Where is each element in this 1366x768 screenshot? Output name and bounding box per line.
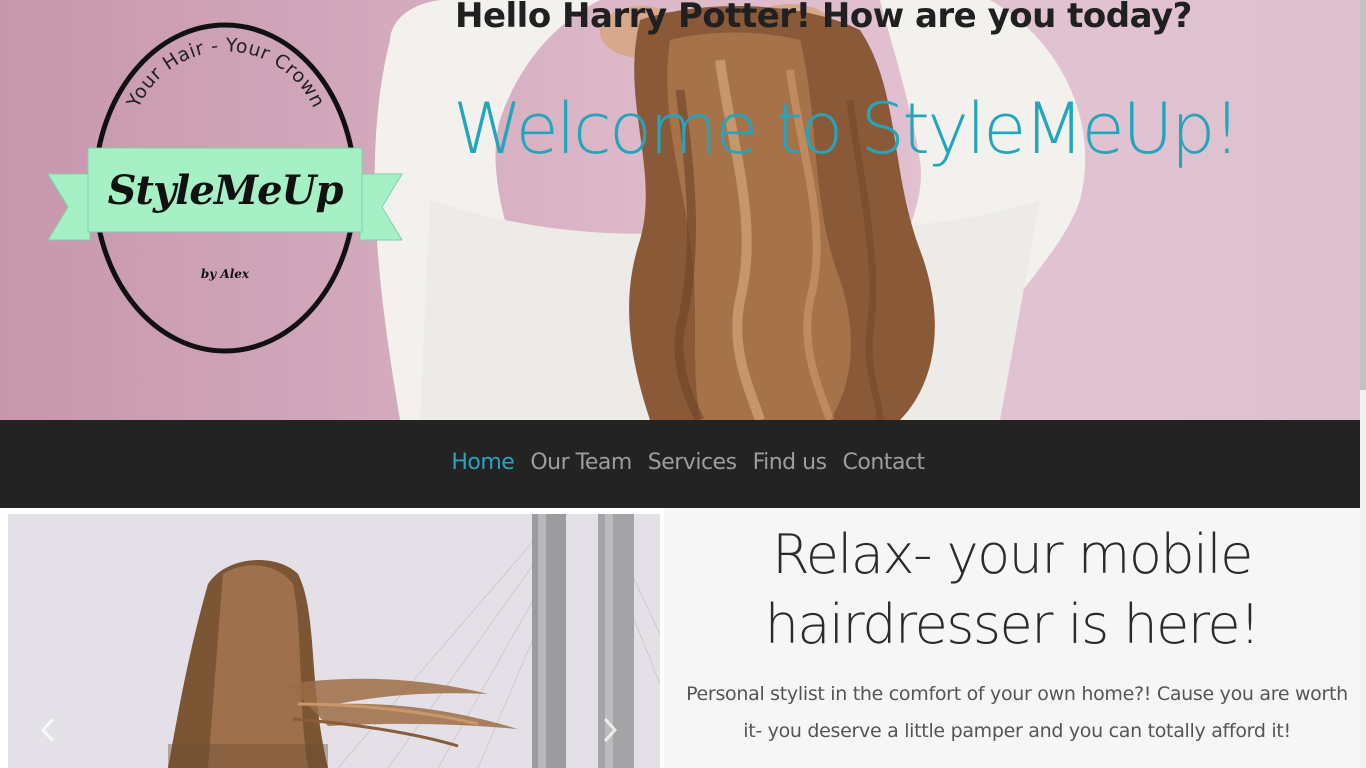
chevron-left-icon bbox=[40, 717, 55, 743]
welcome-heading: Welcome to StyleMeUp! bbox=[453, 88, 1241, 170]
stylemeup-logo: Your Hair - Your Crown StyleMeUp by Alex bbox=[47, 22, 403, 354]
hero-banner: Hello Harry Potter! How are you today? W… bbox=[0, 0, 1360, 420]
intro-title: Relax- your mobile hairdresser is here! bbox=[764, 523, 1261, 656]
intro-text: Personal stylist in the comfort of your … bbox=[686, 683, 1348, 742]
main-navigation: Home Our Team Services Find us Contact bbox=[0, 420, 1360, 508]
page-scrollbar[interactable] bbox=[1360, 0, 1366, 768]
nav-services[interactable]: Services bbox=[648, 450, 737, 475]
intro-section: Relax- your mobile hairdresser is here! … bbox=[664, 508, 1360, 768]
greeting-heading: Hello Harry Potter! How are you today? bbox=[455, 0, 1192, 36]
nav-our-team[interactable]: Our Team bbox=[530, 450, 632, 475]
nav-find-us[interactable]: Find us bbox=[753, 450, 827, 475]
carousel-prev-button[interactable] bbox=[40, 716, 56, 751]
nav-list: Home Our Team Services Find us Contact bbox=[0, 450, 1360, 475]
svg-text:Your Hair - Your Crown: Your Hair - Your Crown bbox=[122, 34, 329, 112]
carousel-next-button[interactable] bbox=[602, 716, 618, 751]
scrollbar-thumb[interactable] bbox=[1360, 0, 1366, 390]
svg-text:by Alex: by Alex bbox=[201, 267, 250, 281]
image-carousel bbox=[8, 514, 660, 768]
nav-contact[interactable]: Contact bbox=[843, 450, 926, 475]
nav-home[interactable]: Home bbox=[451, 450, 514, 475]
carousel-slide-image bbox=[8, 514, 660, 768]
svg-text:StyleMeUp: StyleMeUp bbox=[108, 167, 344, 214]
chevron-right-icon bbox=[603, 717, 618, 743]
